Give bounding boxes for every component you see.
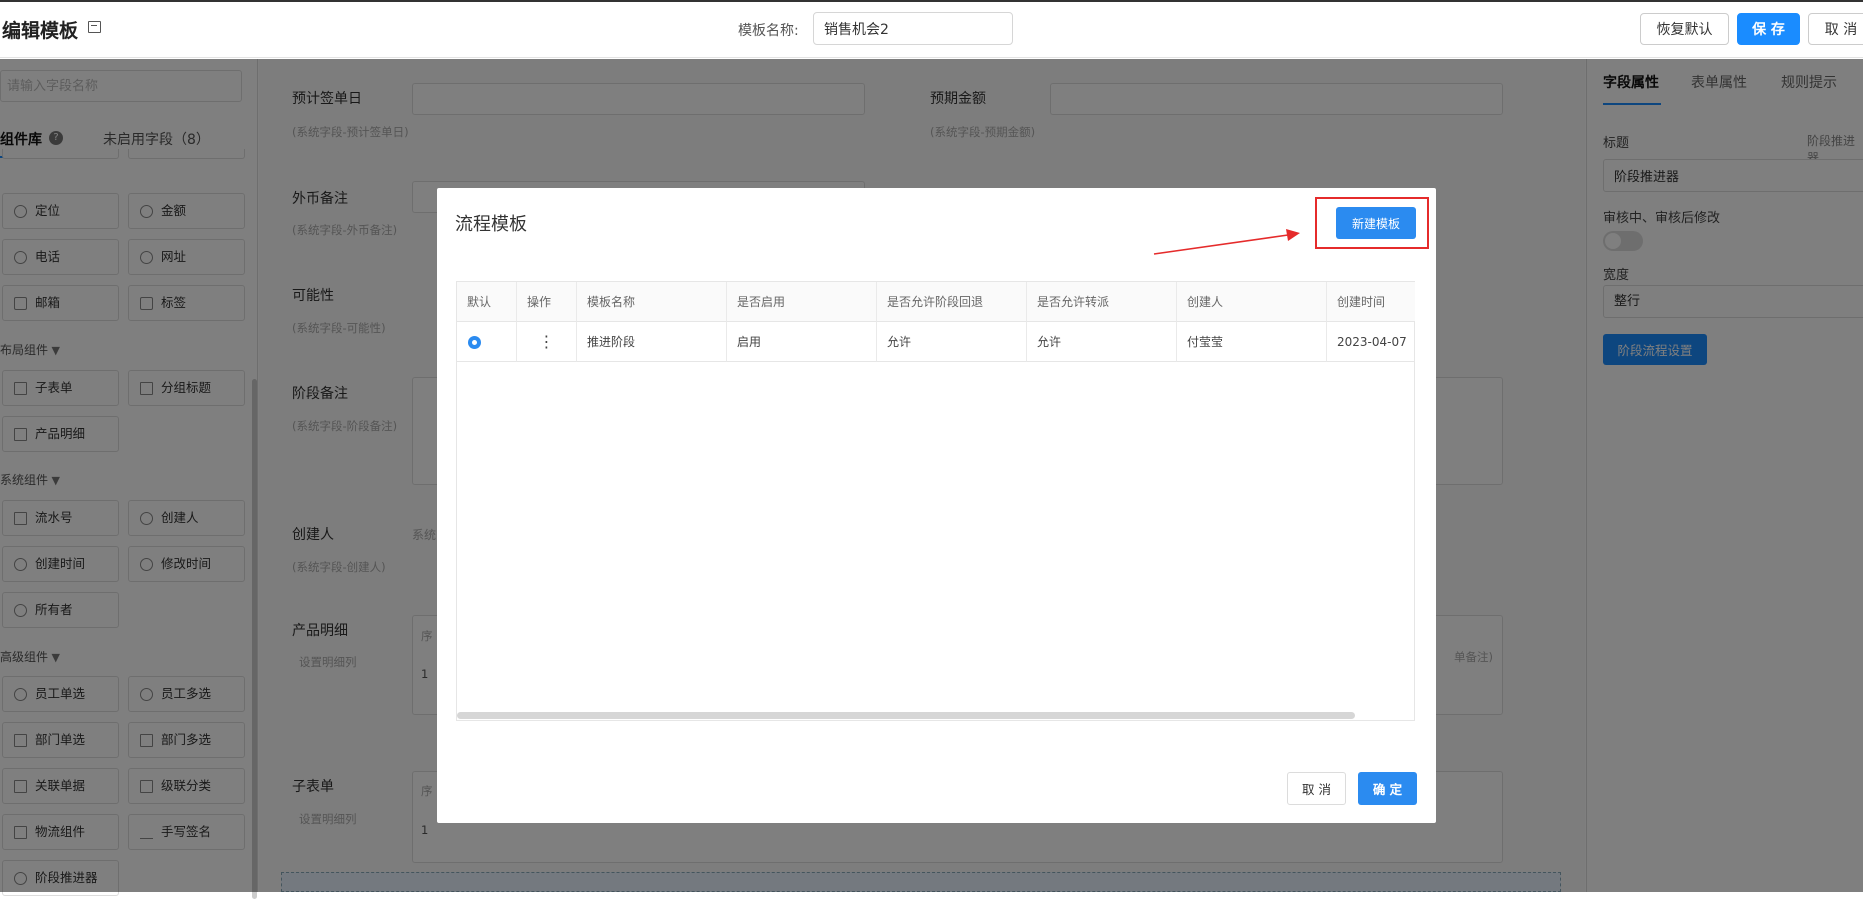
column-header: 是否允许转派 bbox=[1027, 282, 1177, 322]
default-cell[interactable] bbox=[457, 322, 517, 362]
column-header: 是否启用 bbox=[727, 282, 877, 322]
column-header: 模板名称 bbox=[577, 282, 727, 322]
arrow-annotation bbox=[1153, 229, 1300, 255]
template-name-input[interactable] bbox=[813, 12, 1013, 45]
cancel-button[interactable]: 取 消 bbox=[1808, 13, 1863, 45]
column-header: 默认 bbox=[457, 282, 517, 322]
dialog-confirm-button[interactable]: 确 定 bbox=[1358, 772, 1417, 805]
page-title: 编辑模板 bbox=[2, 20, 79, 42]
column-header: 创建时间 bbox=[1327, 282, 1415, 322]
column-header: 创建人 bbox=[1177, 282, 1327, 322]
allow-back-cell: 允许 bbox=[877, 322, 1027, 362]
process-template-dialog: 流程模板 新建模板 默认 操作 模板名称 是否启用 是否允许阶段回退 是否允许转… bbox=[437, 188, 1436, 823]
allow-transfer-cell: 允许 bbox=[1027, 322, 1177, 362]
template-name-cell: 推进阶段 bbox=[577, 322, 727, 362]
dialog-title: 流程模板 bbox=[455, 214, 527, 235]
default-radio[interactable] bbox=[468, 336, 481, 349]
template-name-label: 模板名称: bbox=[738, 23, 799, 39]
more-actions-icon[interactable]: ⋮ bbox=[517, 322, 577, 362]
creator-cell: 付莹莹 bbox=[1177, 322, 1327, 362]
column-header: 是否允许阶段回退 bbox=[877, 282, 1027, 322]
restore-default-button[interactable]: 恢复默认 bbox=[1640, 13, 1729, 45]
created-time-cell: 2023-04-07 bbox=[1327, 322, 1415, 362]
layout-icon[interactable] bbox=[88, 21, 101, 33]
enabled-cell: 启用 bbox=[727, 322, 877, 362]
column-header: 操作 bbox=[517, 282, 577, 322]
table-horizontal-scrollbar[interactable] bbox=[457, 712, 1355, 719]
template-table: 默认 操作 模板名称 是否启用 是否允许阶段回退 是否允许转派 创建人 创建时间… bbox=[456, 281, 1415, 721]
save-button[interactable]: 保 存 bbox=[1737, 13, 1800, 45]
new-template-button[interactable]: 新建模板 bbox=[1336, 207, 1416, 239]
dialog-cancel-button[interactable]: 取 消 bbox=[1287, 772, 1346, 805]
top-bar: 编辑模板 模板名称: 恢复默认 保 存 取 消 bbox=[0, 0, 1863, 58]
